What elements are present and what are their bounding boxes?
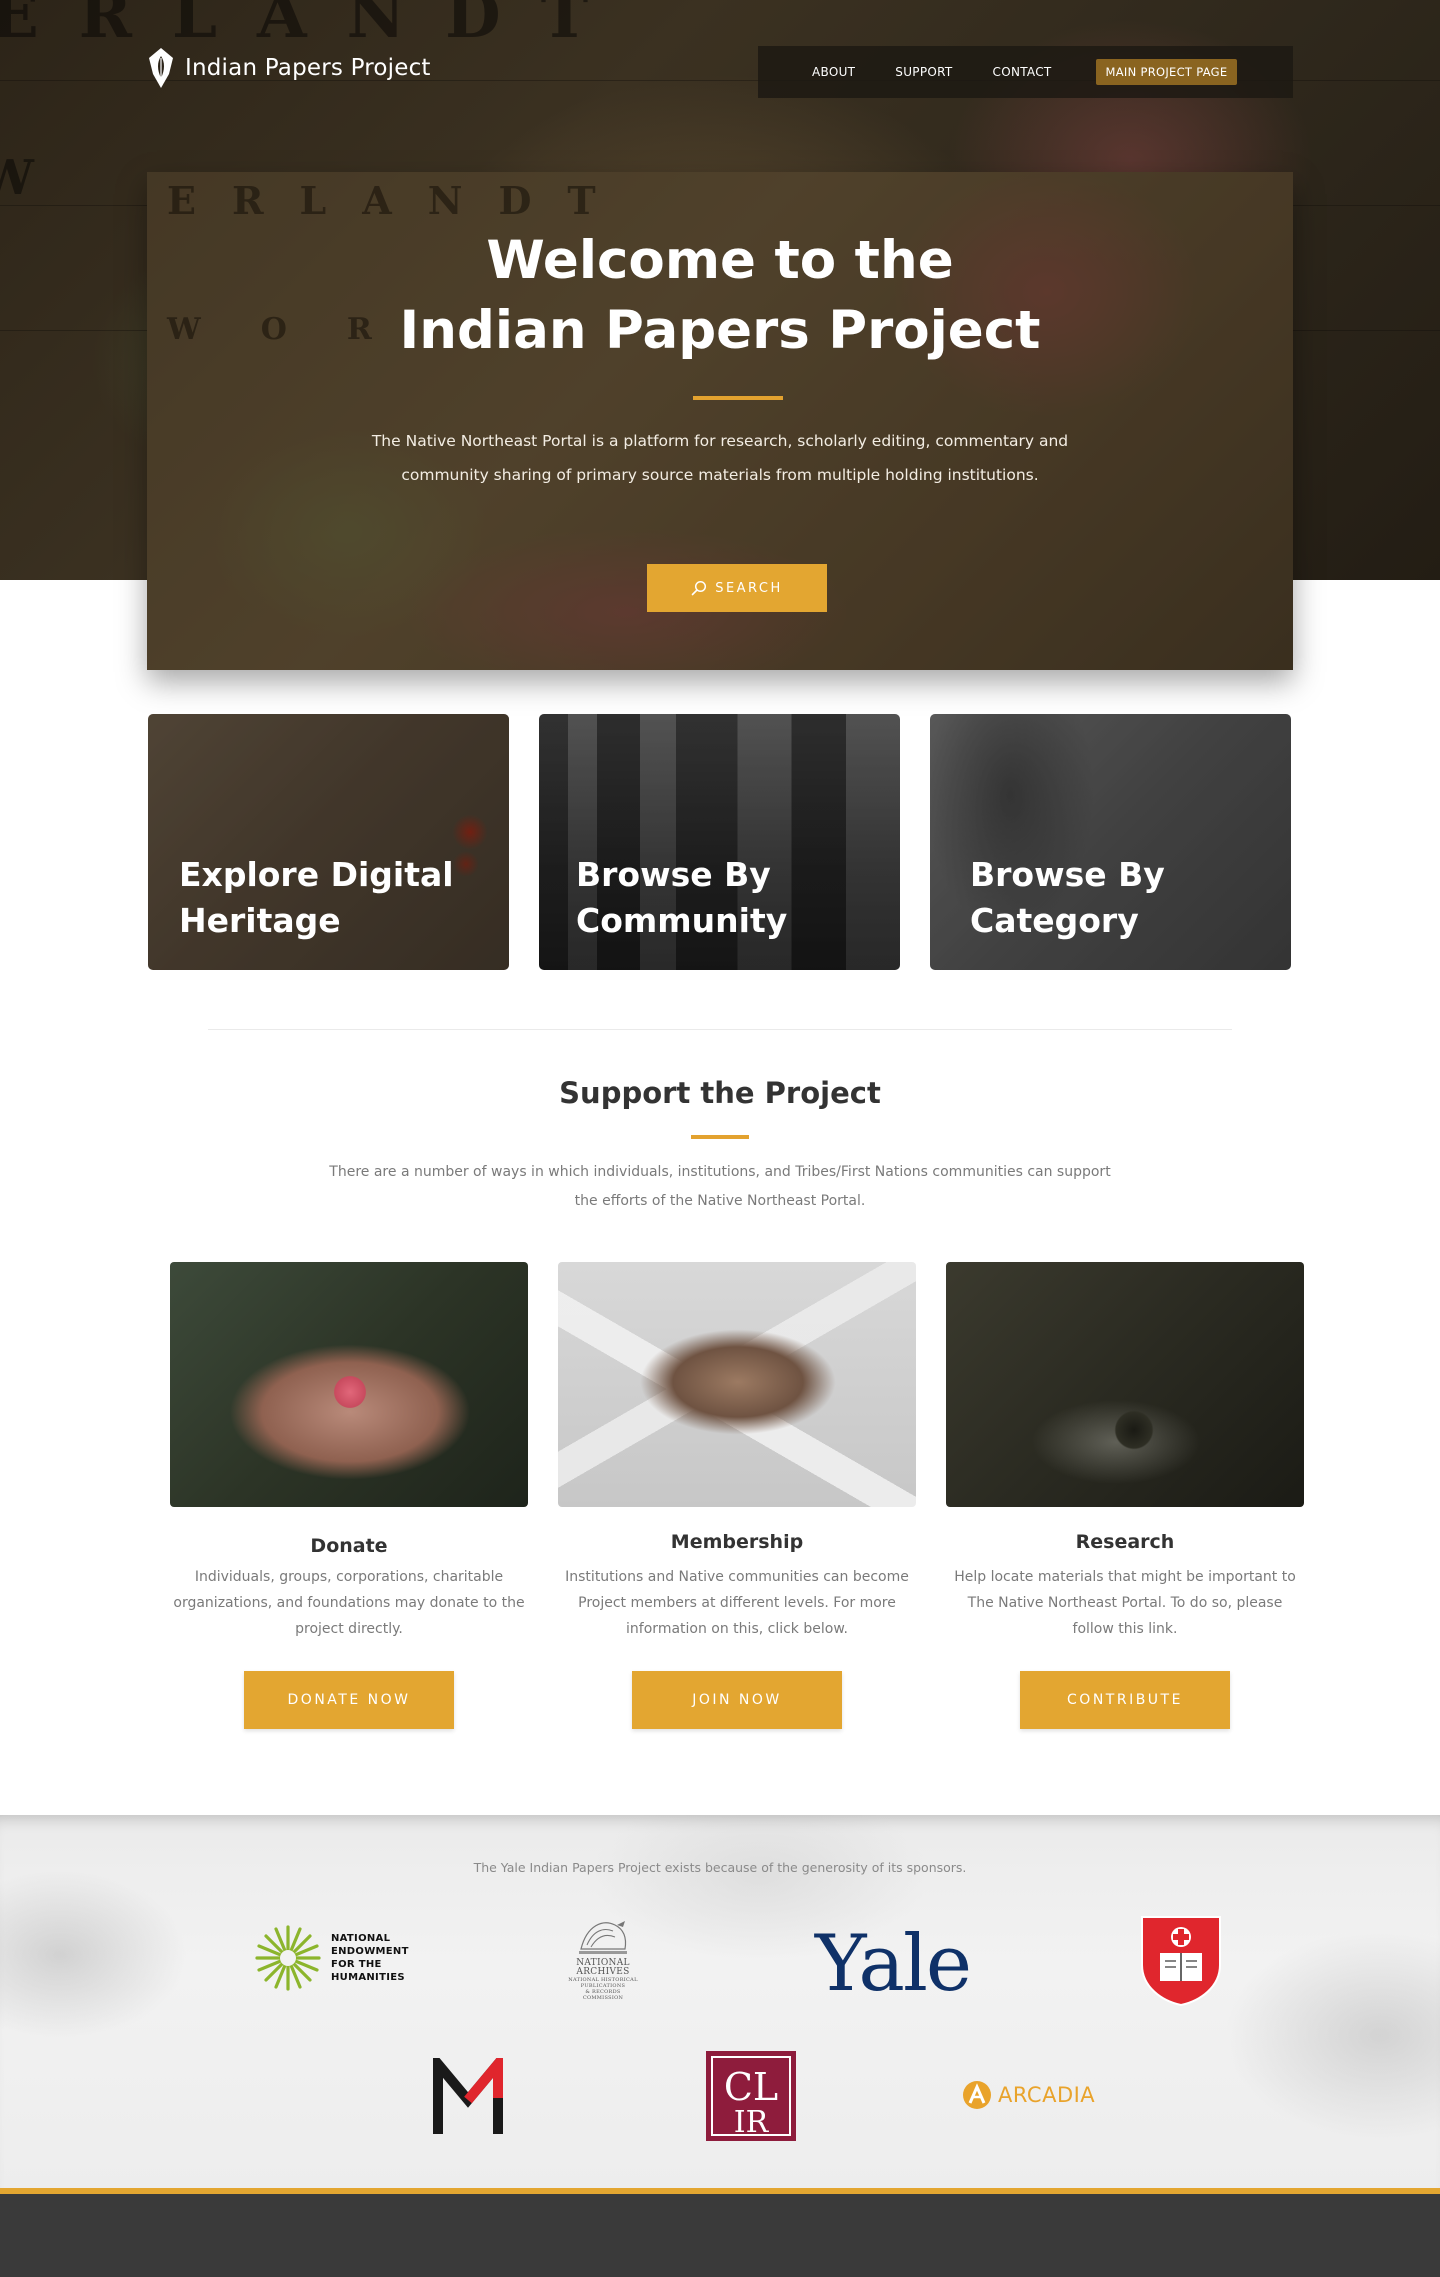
tile-title: Browse By Community <box>576 852 787 944</box>
sponsors-note: The Yale Indian Papers Project exists be… <box>473 1860 967 1875</box>
site-header: Indian Papers Project ABOUT SUPPORT CONT… <box>0 0 1440 130</box>
donate-now-button[interactable]: DONATE NOW <box>244 1671 454 1729</box>
card-title: Research <box>1075 1531 1175 1553</box>
search-icon <box>691 580 707 596</box>
clir-logo[interactable]: CL IR <box>705 2050 797 2142</box>
search-button[interactable]: SEARCH <box>647 564 827 612</box>
clir-upper-letters: CL <box>724 2065 778 2109</box>
yale-logo[interactable]: Yale <box>815 1919 972 2009</box>
donate-image <box>170 1262 528 1507</box>
hero-card: ERLANDT WOR Welcome to the Indian Papers… <box>147 172 1293 670</box>
neh-sunburst-icon <box>255 1925 321 1991</box>
research-image <box>946 1262 1304 1507</box>
main-project-page-button[interactable]: MAIN PROJECT PAGE <box>1095 59 1238 85</box>
neh-wordmark: NATIONAL ENDOWMENT FOR THE HUMANITIES <box>331 1932 409 1984</box>
tile-title-line-2: Community <box>576 901 788 940</box>
support-card-donate: Donate Individuals, groups, corporations… <box>170 1262 528 1729</box>
hero-title-line-1: Welcome to the <box>486 230 954 291</box>
arcadia-logo[interactable]: ARCADIA <box>962 2080 1095 2110</box>
site-footer <box>0 2194 1440 2277</box>
yale-shield-logo[interactable] <box>1140 1915 1222 2007</box>
contribute-button[interactable]: CONTRIBUTE <box>1020 1671 1230 1729</box>
brand-name: Indian Papers Project <box>185 55 431 81</box>
card-text: Individuals, groups, corporations, chari… <box>173 1569 525 1637</box>
card-title: Donate <box>310 1535 388 1557</box>
support-card-membership: Membership Institutions and Native commu… <box>558 1262 916 1729</box>
tile-browse-by-category[interactable]: Browse By Category <box>930 714 1291 970</box>
arcadia-a-icon <box>963 2081 991 2109</box>
hero-description: The Native Northeast Portal is a platfor… <box>371 432 1069 484</box>
neh-line: NATIONAL <box>331 1933 391 1944</box>
quill-pen-nib-icon <box>149 48 173 88</box>
neh-logo[interactable]: NATIONAL ENDOWMENT FOR THE HUMANITIES <box>253 1923 409 1993</box>
tile-title-line-2: Category <box>970 901 1139 940</box>
nara-wordmark: NATIONAL ARCHIVES NATIONAL HISTORICAL PU… <box>568 1959 638 2002</box>
neh-line: ENDOWMENT <box>331 1946 409 1957</box>
section-divider <box>208 1029 1232 1030</box>
hero-title-line-2: Indian Papers Project <box>399 300 1041 361</box>
search-button-label: SEARCH <box>715 580 783 596</box>
map-decoration: W <box>0 150 74 206</box>
card-title: Membership <box>670 1531 804 1553</box>
support-card-research: Research Help locate materials that migh… <box>946 1262 1304 1729</box>
tile-explore-digital-heritage[interactable]: Explore Digital Heritage <box>148 714 509 970</box>
neh-line: FOR THE <box>331 1959 382 1970</box>
tile-title: Explore Digital Heritage <box>179 852 454 944</box>
nara-line: & RECORDS COMMISSION <box>582 1989 624 2001</box>
support-description: There are a number of ways in which indi… <box>329 1164 1111 1209</box>
browse-tiles: Explore Digital Heritage Browse By Commu… <box>148 714 1292 970</box>
clir-monogram-icon: CL IR <box>706 2051 796 2141</box>
nav-item-support[interactable]: SUPPORT <box>895 65 952 79</box>
tile-title-line-1: Browse By <box>576 855 771 894</box>
nav-item-about[interactable]: ABOUT <box>812 65 855 79</box>
brand-home-link[interactable]: Indian Papers Project <box>147 46 431 90</box>
tile-title-line-1: Explore Digital <box>179 855 454 894</box>
eagle-icon <box>579 1921 627 1954</box>
clir-lower-letters: IR <box>734 2105 770 2140</box>
arcadia-wordmark: ARCADIA <box>998 2083 1096 2107</box>
nav-item-contact[interactable]: CONTACT <box>993 65 1052 79</box>
hero-content: Welcome to the Indian Papers Project The… <box>147 172 1293 670</box>
hero-divider <box>693 396 783 400</box>
letter-m-icon <box>433 2050 503 2134</box>
neh-line: HUMANITIES <box>331 1972 405 1983</box>
hero-title: Welcome to the Indian Papers Project <box>147 226 1293 366</box>
tile-title-line-1: Browse By <box>970 855 1165 894</box>
card-text: Help locate materials that might be impo… <box>954 1569 1296 1637</box>
tile-browse-by-community[interactable]: Browse By Community <box>539 714 900 970</box>
national-archives-logo[interactable]: NATIONAL ARCHIVES NATIONAL HISTORICAL PU… <box>568 1915 638 2001</box>
support-divider <box>691 1135 749 1139</box>
nara-line: ARCHIVES <box>576 1967 630 1977</box>
card-text: Institutions and Native communities can … <box>565 1569 909 1637</box>
join-now-button[interactable]: JOIN NOW <box>632 1671 842 1729</box>
tile-title: Browse By Category <box>970 852 1165 944</box>
mellon-m-logo[interactable] <box>432 2050 504 2136</box>
crest-shield-icon <box>1141 1916 1221 2007</box>
sponsors-section: The Yale Indian Papers Project exists be… <box>0 1815 1440 2190</box>
main-nav: ABOUT SUPPORT CONTACT MAIN PROJECT PAGE <box>758 46 1293 98</box>
membership-image <box>558 1262 916 1507</box>
support-section-title: Support the Project <box>559 1076 881 1110</box>
tile-title-line-2: Heritage <box>179 901 341 940</box>
